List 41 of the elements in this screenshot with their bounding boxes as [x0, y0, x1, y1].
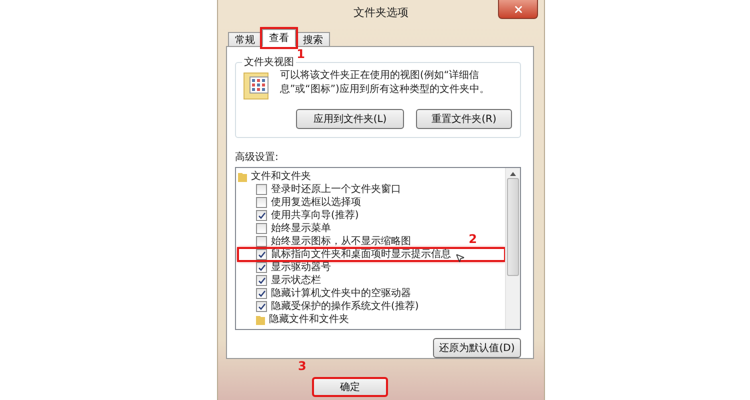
close-icon	[512, 4, 524, 14]
checkbox[interactable]	[256, 301, 267, 312]
description-text: 可以将该文件夹正在使用的视图(例如“详细信息”或“图标”)应用到所有这种类型的文件夹中。	[280, 69, 490, 97]
restore-defaults-button[interactable]: 还原为默认值(D)	[433, 338, 521, 358]
setting-label: 始终显示菜单	[271, 222, 331, 235]
setting-label: 显示状态栏	[271, 274, 321, 287]
setting-label: 使用复选框以选择项	[271, 196, 361, 209]
setting-label: 始终显示图标，从不显示缩略图	[271, 235, 411, 248]
checkbox[interactable]	[256, 197, 267, 208]
checkbox[interactable]	[256, 184, 267, 195]
setting-label: 文件和文件夹	[251, 170, 311, 183]
group-legend: 文件夹视图	[242, 55, 296, 69]
setting-label: 隐藏计算机文件夹中的空驱动器	[271, 287, 411, 300]
checkbox[interactable]	[256, 249, 267, 260]
checkbox[interactable]	[256, 223, 267, 234]
step-number: 3	[298, 359, 306, 373]
advanced-settings-label: 高级设置:	[235, 150, 280, 164]
folder-view-button[interactable]: 重置文件夹(R)	[416, 109, 512, 129]
close-button[interactable]	[498, 0, 538, 19]
tab[interactable]: 搜索	[296, 32, 330, 47]
window-title: 文件夹选项	[354, 4, 408, 20]
step-number: 2	[468, 232, 477, 246]
step-number: 1	[296, 47, 305, 61]
checkbox[interactable]	[256, 210, 267, 221]
checkbox[interactable]	[256, 236, 267, 247]
checkbox[interactable]	[256, 262, 267, 273]
tab[interactable]: 常规	[228, 32, 262, 47]
setting-label: 显示驱动器号	[271, 261, 331, 274]
folder-icon	[238, 172, 247, 182]
setting-label: 登录时还原上一个文件夹窗口	[271, 183, 401, 196]
setting-label: 隐藏文件和文件夹	[269, 313, 349, 326]
scroll-up-arrow-icon[interactable]	[510, 172, 516, 176]
setting-label: 隐藏受保护的操作系统文件(推荐)	[271, 300, 419, 313]
checkbox[interactable]	[256, 275, 267, 286]
folder-icon	[256, 314, 265, 324]
checkbox[interactable]	[256, 288, 267, 299]
setting-label: 使用共享向导(推荐)	[271, 209, 359, 222]
folder-view-button[interactable]: 应用到文件夹(L)	[296, 109, 404, 129]
scrollbar[interactable]	[505, 168, 520, 329]
setting-label: 鼠标指向文件夹和桌面项时显示提示信息	[271, 248, 451, 261]
mouse-cursor-icon	[455, 252, 465, 262]
